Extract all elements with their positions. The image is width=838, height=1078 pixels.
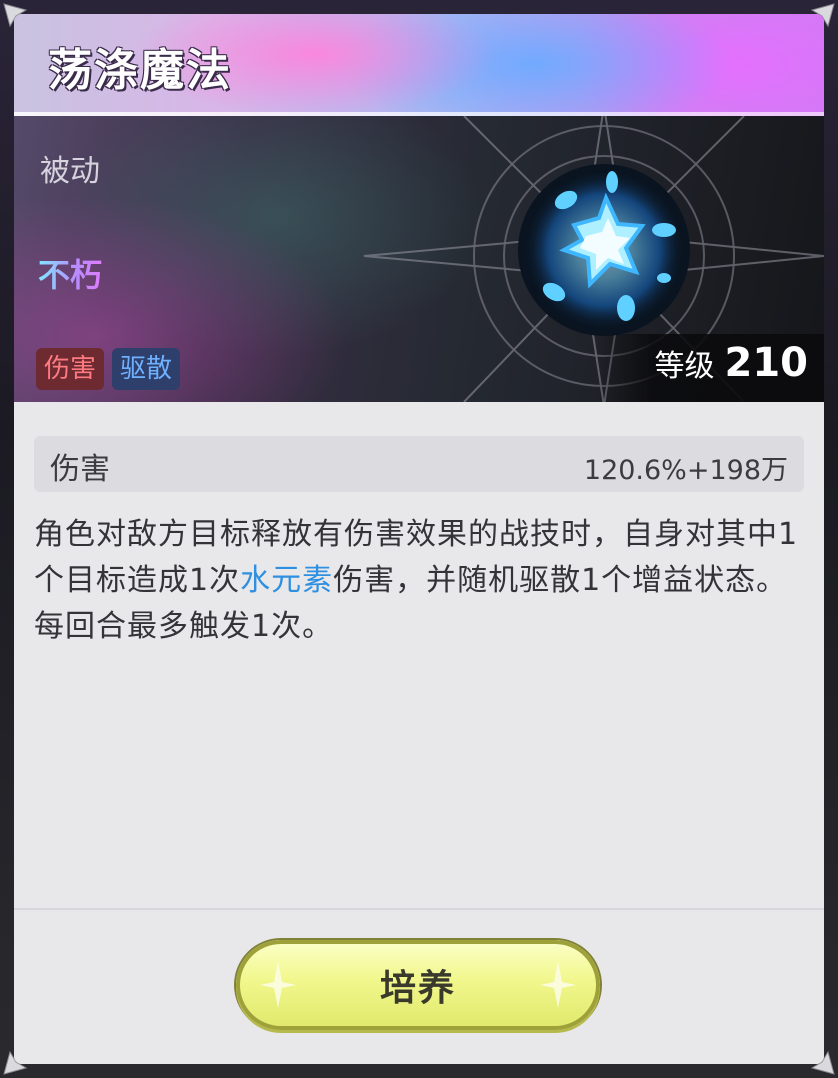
stat-value: 120.6%+198万 (583, 455, 788, 486)
cultivate-label: 培养 (379, 968, 456, 1009)
tag-damage: 伤害 (36, 348, 105, 390)
skill-description: 角色对敌方目标释放有伤害效果的战技时，自身对其中1个目标造成1次水元素伤害，并随… (34, 512, 804, 650)
tag-dispel: 驱散 (112, 348, 181, 390)
stat-name: 伤害 (50, 452, 110, 487)
footer-divider (14, 908, 824, 910)
skill-detail-window: 荡涤魔法 被动 不朽 伤害 驱散 等级 210 伤害 120.6%+198万 角… (0, 0, 838, 1078)
level-box: 等级 210 (596, 334, 824, 402)
sparkle-icon (260, 962, 296, 1008)
skill-title: 荡涤魔法 (48, 45, 232, 96)
element-highlight: 水元素 (240, 563, 334, 598)
stat-row-damage: 伤害 120.6%+198万 (34, 436, 804, 492)
sparkle-icon (540, 962, 576, 1008)
level-value: 210 (724, 340, 809, 386)
skill-panel: 荡涤魔法 被动 不朽 伤害 驱散 等级 210 伤害 120.6%+198万 角… (14, 14, 824, 1064)
level-label: 等级 (654, 349, 715, 384)
cultivate-button[interactable]: 培养 (236, 940, 600, 1030)
skill-trait-label: 不朽 (38, 250, 102, 296)
skill-tags: 伤害 驱散 (36, 348, 181, 390)
skill-body: 伤害 120.6%+198万 角色对敌方目标释放有伤害效果的战技时，自身对其中1… (14, 402, 824, 1064)
skill-hero: 被动 不朽 伤害 驱散 等级 210 (14, 116, 824, 402)
water-splash-icon (518, 164, 690, 336)
title-bar: 荡涤魔法 (14, 14, 824, 116)
skill-type-label: 被动 (40, 154, 100, 189)
